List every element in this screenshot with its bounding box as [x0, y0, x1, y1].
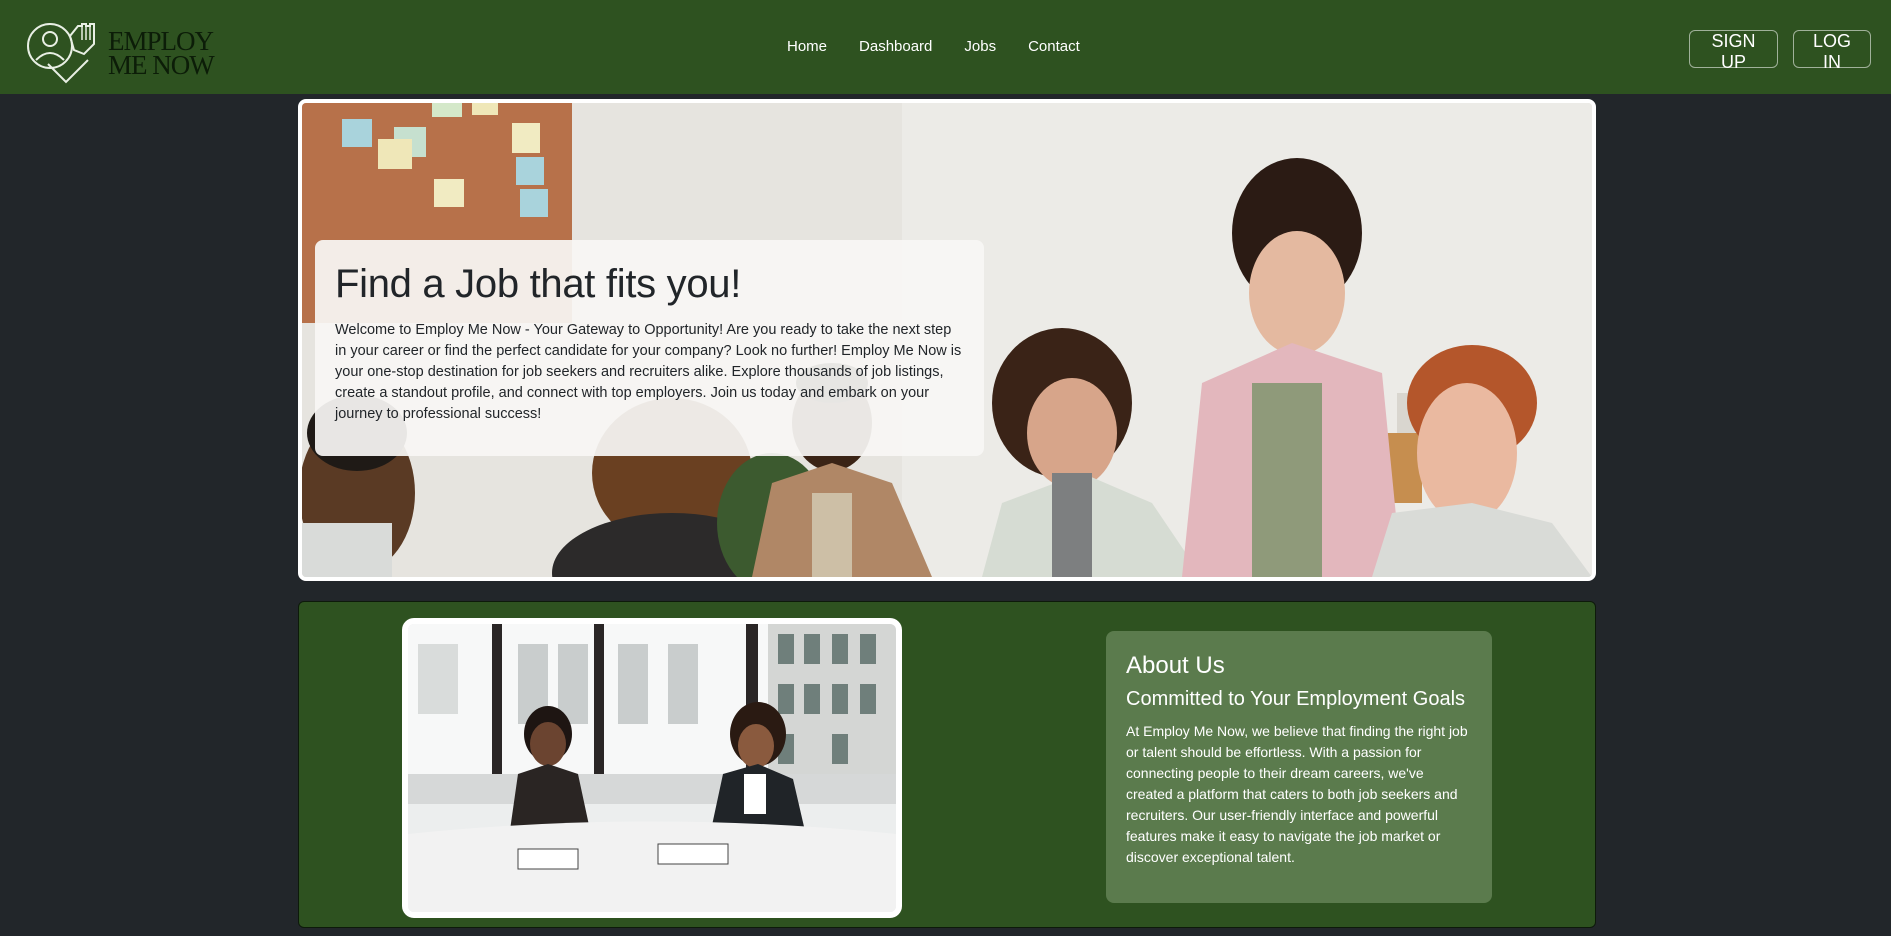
brand-line-2: ME NOW	[108, 50, 215, 80]
nav-home-link[interactable]: Home	[787, 38, 827, 55]
about-card: About Us Committed to Your Employment Go…	[1106, 631, 1492, 903]
brand-logo[interactable]: EMPLOY ME NOW	[26, 20, 216, 86]
logo-handshake-icon	[27, 23, 95, 84]
brand-name: EMPLOY ME NOW	[108, 28, 215, 80]
navbar: EMPLOY ME NOW Home Dashboard Jobs Contac…	[0, 0, 1891, 94]
nav-jobs-link[interactable]: Jobs	[964, 38, 996, 55]
signup-button[interactable]: SIGN UP	[1689, 30, 1778, 72]
about-photo	[402, 618, 902, 918]
hero-description: Welcome to Employ Me Now - Your Gateway …	[335, 322, 962, 422]
nav-links: Home Dashboard Jobs Contact	[787, 38, 1112, 55]
about-heading: About Us	[1126, 652, 1225, 679]
hero-title: Find a Job that fits you!	[335, 262, 742, 306]
nav-dashboard-link[interactable]: Dashboard	[859, 38, 932, 55]
meeting-photo	[408, 624, 896, 912]
about-subheading: Committed to Your Employment Goals	[1126, 688, 1466, 710]
hero-card: Find a Job that fits you! Welcome to Emp…	[315, 240, 984, 456]
login-button[interactable]: LOG IN	[1793, 30, 1871, 72]
about-body: At Employ Me Now, we believe that findin…	[1126, 723, 1468, 865]
nav-contact-link[interactable]: Contact	[1028, 38, 1080, 55]
about-section: About Us Committed to Your Employment Go…	[298, 601, 1596, 928]
hero-banner: Find a Job that fits you! Welcome to Emp…	[298, 99, 1596, 581]
